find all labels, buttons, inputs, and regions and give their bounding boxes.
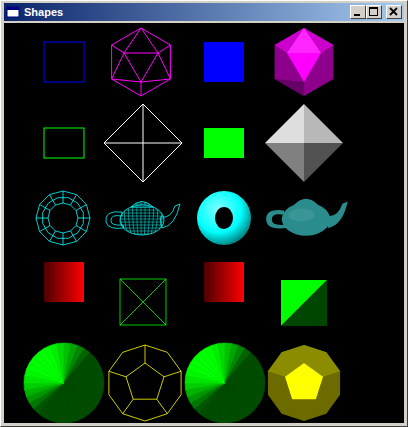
shape-fill bbox=[36, 191, 90, 245]
solid-dodecahedron-shape bbox=[268, 345, 340, 421]
shape-fill bbox=[24, 343, 104, 423]
wire-icosahedron-shape bbox=[112, 28, 171, 96]
wire-teapot-shape bbox=[106, 198, 180, 236]
shape-fill bbox=[204, 42, 244, 82]
close-icon bbox=[387, 6, 401, 18]
solid-icosahedron-shape bbox=[275, 28, 334, 96]
maximize-button[interactable] bbox=[366, 5, 382, 19]
shape-fill bbox=[112, 28, 171, 96]
wire-torus-shape bbox=[36, 191, 90, 245]
minimize-button[interactable] bbox=[350, 5, 366, 19]
gradient-square-shape bbox=[204, 262, 244, 302]
solid-torus-shape bbox=[197, 191, 251, 245]
shape-fill bbox=[204, 128, 244, 158]
window-icon bbox=[6, 5, 20, 19]
shape-fill bbox=[266, 199, 348, 236]
shapes-window: Shapes bbox=[0, 0, 408, 427]
shape-fill bbox=[204, 262, 244, 302]
wire-tetrahedron-shape bbox=[120, 279, 166, 325]
window-title: Shapes bbox=[24, 4, 346, 20]
shape-fill bbox=[109, 345, 181, 421]
solid-teapot-shape bbox=[266, 199, 348, 236]
solid-octahedron-shape bbox=[265, 104, 343, 182]
shape-fill bbox=[265, 104, 343, 182]
maximize-icon bbox=[367, 6, 381, 18]
shape-fill bbox=[197, 191, 251, 245]
drawing-canvas bbox=[4, 23, 404, 423]
shape-fill bbox=[106, 198, 180, 236]
shape-fill bbox=[44, 42, 84, 82]
close-button[interactable] bbox=[386, 5, 402, 19]
shape-fill bbox=[268, 345, 340, 421]
solid-cube-shape bbox=[204, 42, 244, 82]
wire-box-shape bbox=[44, 128, 84, 158]
shape-fill bbox=[44, 262, 84, 302]
solid-cone-shape bbox=[24, 343, 104, 423]
wire-octahedron-shape bbox=[104, 104, 182, 182]
solid-box-shape bbox=[204, 128, 244, 158]
shape-fill bbox=[104, 104, 182, 182]
wire-cube-shape bbox=[44, 42, 84, 82]
gradient-square-shape bbox=[44, 262, 84, 302]
shape-fill bbox=[275, 28, 334, 96]
solid-tetrahedron-shape bbox=[281, 280, 327, 326]
shape-fill bbox=[120, 279, 166, 325]
shape-fill bbox=[44, 128, 84, 158]
title-bar[interactable]: Shapes bbox=[4, 3, 404, 21]
wire-dodecahedron-shape bbox=[109, 345, 181, 421]
solid-cone-shape bbox=[185, 343, 265, 423]
minimize-icon bbox=[351, 6, 365, 18]
shape-fill bbox=[281, 280, 327, 326]
shape-fill bbox=[185, 343, 265, 423]
